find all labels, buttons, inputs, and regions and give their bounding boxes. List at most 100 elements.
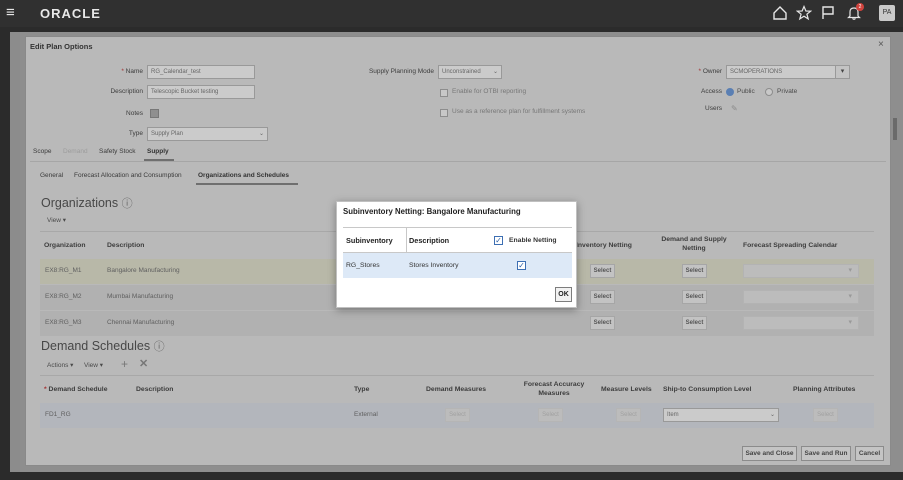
- chevron-down-icon: ⌄: [769, 412, 775, 418]
- org-description: Chennai Manufacturing: [107, 319, 175, 326]
- background-scroll-handle: [893, 118, 897, 140]
- demand-supply-netting-select-button[interactable]: Select: [682, 290, 707, 304]
- forecast-accuracy-select-button[interactable]: Select: [538, 408, 563, 422]
- users-label: Users: [705, 105, 722, 112]
- menu-hamburger-icon[interactable]: ≡: [6, 4, 15, 21]
- actions-menu[interactable]: Actions ▾: [47, 361, 73, 371]
- cancel-button[interactable]: Cancel: [855, 446, 884, 461]
- subinventory-name: RG_Stores: [346, 262, 380, 269]
- delete-x-icon[interactable]: ✕: [139, 358, 148, 370]
- organizations-view-menu[interactable]: View ▾: [47, 216, 66, 226]
- chevron-down-icon: ▾: [848, 267, 852, 274]
- access-private-label: Private: [777, 88, 798, 95]
- tab-demand[interactable]: Demand: [63, 147, 88, 157]
- help-question-icon[interactable]: ⓘ: [154, 341, 165, 353]
- table-row[interactable]: FD1_RG External Select Select Select Ite…: [40, 403, 874, 428]
- access-private-radio[interactable]: [765, 88, 773, 96]
- supply-planning-mode-select[interactable]: Unconstrained ⌄: [438, 65, 502, 79]
- name-input[interactable]: RG_Calendar_test: [147, 65, 255, 79]
- tab-supply[interactable]: Supply: [147, 147, 169, 157]
- chevron-down-icon: ▾: [848, 319, 852, 326]
- otbi-label: Enable for OTBI reporting: [452, 88, 527, 95]
- demand-measures-select-button[interactable]: Select: [445, 408, 470, 422]
- dialog-title: Edit Plan Options: [30, 42, 93, 51]
- demand-supply-netting-select-button[interactable]: Select: [682, 316, 707, 330]
- col-demand-measures: Demand Measures: [426, 386, 487, 393]
- subtab-forecast-allocation[interactable]: Forecast Allocation and Consumption: [74, 171, 182, 181]
- home-icon[interactable]: [772, 5, 788, 21]
- access-public-radio[interactable]: [726, 88, 734, 96]
- org-description: Mumbai Manufacturing: [107, 293, 174, 300]
- col-measure-levels: Measure Levels: [601, 386, 652, 393]
- inventory-netting-select-button[interactable]: Select: [590, 316, 615, 330]
- tab-safety-stock[interactable]: Safety Stock: [99, 147, 136, 157]
- col-ds-description: Description: [136, 386, 174, 393]
- add-plus-icon[interactable]: +: [121, 358, 128, 370]
- users-edit-pencil-icon[interactable]: ✎: [731, 104, 738, 113]
- org-code: EX8:RG_M2: [45, 293, 82, 300]
- planning-attributes-select-button[interactable]: Select: [813, 408, 838, 422]
- chevron-down-icon: ⌄: [492, 69, 498, 75]
- demand-schedule-type: External: [354, 411, 378, 418]
- background-side-panel: [10, 32, 20, 472]
- col-organization: Organization: [44, 242, 86, 249]
- enable-netting-checkbox[interactable]: ✓: [517, 261, 526, 270]
- column-divider: [406, 228, 407, 253]
- col-planning-attributes: Planning Attributes: [793, 386, 856, 393]
- col-enable-netting: Enable Netting: [509, 237, 557, 244]
- description-label: Description: [110, 88, 143, 95]
- col-forecast-accuracy-measures: Forecast Accuracy Measures: [523, 381, 585, 397]
- forecast-calendar-select[interactable]: ▾: [743, 290, 859, 304]
- reference-plan-label: Use as a reference plan for fulfillment …: [452, 108, 586, 115]
- access-public-label: Public: [737, 88, 755, 95]
- table-row[interactable]: RG_Stores Stores Inventory ✓: [343, 253, 572, 278]
- org-code: EX8:RG_M3: [45, 319, 82, 326]
- otbi-checkbox[interactable]: [440, 89, 448, 97]
- dialog-close-icon[interactable]: ×: [878, 39, 884, 50]
- subinventory-description: Stores Inventory: [409, 262, 459, 269]
- modal-table-header: Subinventory Description ✓ Enable Nettin…: [343, 227, 572, 253]
- save-and-run-button[interactable]: Save and Run: [801, 446, 851, 461]
- forecast-calendar-select[interactable]: ▾: [743, 264, 859, 278]
- table-row[interactable]: EX8:RG_M3 Chennai Manufacturing Select S…: [40, 311, 874, 336]
- notes-edit-icon[interactable]: [150, 109, 159, 118]
- ok-button[interactable]: OK: [555, 287, 572, 302]
- subtab-general[interactable]: General: [40, 171, 63, 181]
- subtab-underline: [196, 183, 298, 185]
- description-input[interactable]: Telescopic Bucket testing: [147, 85, 255, 99]
- user-avatar[interactable]: PA: [879, 5, 895, 21]
- modal-title: Subinventory Netting: Bangalore Manufact…: [343, 207, 521, 216]
- ship-to-consumption-level-select[interactable]: Item ⌄: [663, 408, 779, 422]
- forecast-calendar-select[interactable]: ▾: [743, 316, 859, 330]
- save-and-close-button[interactable]: Save and Close: [742, 446, 797, 461]
- inventory-netting-select-button[interactable]: Select: [590, 290, 615, 304]
- demand-schedules-heading: Demand Schedules ⓘ: [41, 339, 165, 353]
- demand-schedules-table-header: * Demand Schedule Description Type Deman…: [40, 375, 874, 403]
- favorites-star-icon[interactable]: [795, 4, 813, 21]
- access-label: Access: [701, 88, 722, 95]
- enable-netting-header-checkbox[interactable]: ✓: [494, 236, 503, 245]
- col-description: Description: [107, 242, 145, 249]
- inventory-netting-select-button[interactable]: Select: [590, 264, 615, 278]
- measure-levels-select-button[interactable]: Select: [616, 408, 641, 422]
- org-code: EX8:RG_M1: [45, 267, 82, 274]
- organizations-heading: Organizations ⓘ: [41, 196, 133, 210]
- demand-supply-netting-select-button[interactable]: Select: [682, 264, 707, 278]
- col-inventory-netting: Inventory Netting: [576, 242, 632, 249]
- col-subinventory: Subinventory: [346, 236, 393, 245]
- supply-planning-mode-label: Supply Planning Mode: [368, 68, 434, 75]
- org-description: Bangalore Manufacturing: [107, 267, 180, 274]
- tab-scope[interactable]: Scope: [33, 147, 51, 157]
- chevron-down-icon: ⌄: [258, 131, 264, 137]
- type-select[interactable]: Supply Plan ⌄: [147, 127, 268, 141]
- flag-icon[interactable]: [820, 5, 836, 21]
- owner-dropdown-chevron-icon[interactable]: ▾: [835, 65, 850, 79]
- help-question-icon[interactable]: ⓘ: [122, 198, 133, 210]
- demand-view-menu[interactable]: View ▾: [84, 361, 103, 371]
- subtab-organizations-and-schedules[interactable]: Organizations and Schedules: [198, 171, 289, 181]
- notification-count-badge: 2: [856, 3, 864, 11]
- col-modal-description: Description: [409, 236, 450, 245]
- reference-plan-checkbox[interactable]: [440, 109, 448, 117]
- col-demand-schedule: * Demand Schedule: [44, 386, 108, 393]
- owner-input[interactable]: SCMOPERATIONS: [726, 65, 836, 79]
